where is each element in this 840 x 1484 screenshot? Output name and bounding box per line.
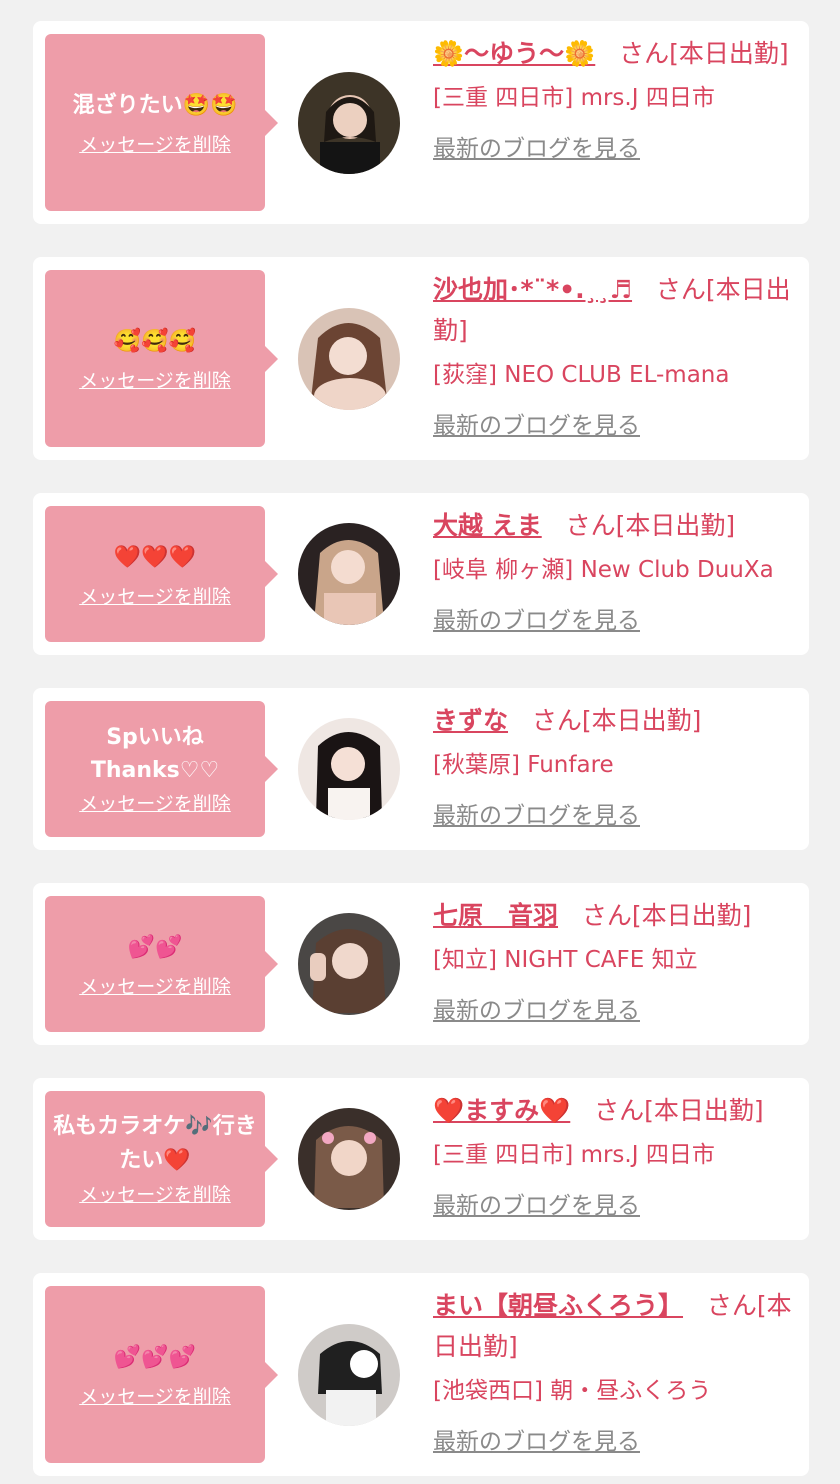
name-line: ❤️ますみ❤️ さん[本日出勤] [433,1090,799,1131]
shop-label: [知立] NIGHT CAFE 知立 [433,947,698,973]
profile-name-link[interactable]: 沙也加･*¨*•.¸¸♬ [433,275,632,304]
shop-label: [秋葉原] Funfare [433,752,614,778]
avatar[interactable] [298,718,400,820]
message-card: 私もカラオケ🎶行きたい❤️ メッセージを削除 ❤️ますみ❤️ さん[本日出勤] … [33,1078,809,1240]
message-card: 🥰🥰🥰 メッセージを削除 沙也加･*¨*•.¸¸♬ さん[本日出勤] [荻窪] … [33,257,809,460]
profile-name-link[interactable]: 🌼〜ゆう〜🌼 [433,39,595,68]
message-list: 混ざりたい🤩🤩 メッセージを削除 🌼〜ゆう〜🌼 さん[本日出勤] [三重 四日市… [0,0,840,1484]
name-suffix: さん[本日出勤] [581,901,752,930]
avatar[interactable] [298,1324,400,1426]
message-text: 混ざりたい🤩🤩 [72,93,238,118]
name-suffix: さん[本日出勤] [619,39,789,68]
name-line: まい【朝昼ふくろう】 さん[本日出勤] [433,1285,799,1367]
name-line: 大越 えま さん[本日出勤] [433,505,799,546]
message-text: 💕💕 [127,934,183,960]
name-line: 沙也加･*¨*•.¸¸♬ さん[本日出勤] [433,269,799,351]
name-line: 七原 音羽 さん[本日出勤] [433,895,799,936]
message-text: 私もカラオケ🎶行きたい❤️ [53,1114,257,1173]
latest-blog-link[interactable]: 最新のブログを見る [433,605,799,638]
shop-label: [荻窪] NEO CLUB EL-mana [433,362,730,388]
profile-info: 大越 えま さん[本日出勤] [岐阜 柳ヶ瀬] New Club DuuXa 最… [433,505,799,638]
profile-info: 沙也加･*¨*•.¸¸♬ さん[本日出勤] [荻窪] NEO CLUB EL-m… [433,269,799,443]
profile-name-link[interactable]: ❤️ますみ❤️ [433,1096,570,1125]
delete-message-link[interactable]: メッセージを削除 [79,791,231,817]
delete-message-link[interactable]: メッセージを削除 [79,974,231,1000]
message-bubble: 💕💕 メッセージを削除 [45,896,278,1032]
message-bubble: 🥰🥰🥰 メッセージを削除 [45,270,278,447]
profile-name-link[interactable]: きずな [433,706,508,735]
message-card: 💕💕💕 メッセージを削除 まい【朝昼ふくろう】 さん[本日出勤] [池袋西口] … [33,1273,809,1476]
shop-label: [岐阜 柳ヶ瀬] New Club DuuXa [433,557,774,583]
name-line: きずな さん[本日出勤] [433,700,799,741]
message-card: Spいいね Thanks♡♡ メッセージを削除 きずな さん[本日出勤] [秋葉… [33,688,809,850]
profile-info: ❤️ますみ❤️ さん[本日出勤] [三重 四日市] mrs.J 四日市 最新のブ… [433,1090,799,1223]
avatar[interactable] [298,913,400,1015]
name-suffix: さん[本日出勤] [531,706,702,735]
latest-blog-link[interactable]: 最新のブログを見る [433,1190,799,1223]
avatar[interactable] [298,308,400,410]
profile-info: きずな さん[本日出勤] [秋葉原] Funfare 最新のブログを見る [433,700,799,833]
shop-label: [三重 四日市] mrs.J 四日市 [433,1142,715,1168]
latest-blog-link[interactable]: 最新のブログを見る [433,410,799,443]
delete-message-link[interactable]: メッセージを削除 [79,584,231,610]
shop-label: [池袋西口] 朝・昼ふくろう [433,1378,712,1404]
latest-blog-link[interactable]: 最新のブログを見る [433,1426,799,1459]
avatar[interactable] [298,72,400,174]
message-card: 💕💕 メッセージを削除 七原 音羽 さん[本日出勤] [知立] NIGHT CA… [33,883,809,1045]
delete-message-link[interactable]: メッセージを削除 [79,368,231,394]
delete-message-link[interactable]: メッセージを削除 [79,1384,231,1410]
profile-info: 🌼〜ゆう〜🌼 さん[本日出勤] [三重 四日市] mrs.J 四日市 最新のブロ… [433,33,799,166]
message-bubble: 💕💕💕 メッセージを削除 [45,1286,278,1463]
avatar[interactable] [298,1108,400,1210]
message-text: Spいいね Thanks♡♡ [90,725,220,783]
message-bubble: 私もカラオケ🎶行きたい❤️ メッセージを削除 [45,1091,278,1227]
name-suffix: さん[本日出勤] [594,1096,764,1125]
message-card: ❤️❤️❤️ メッセージを削除 大越 えま さん[本日出勤] [岐阜 柳ヶ瀬] … [33,493,809,655]
delete-message-link[interactable]: メッセージを削除 [79,132,231,158]
message-bubble: ❤️❤️❤️ メッセージを削除 [45,506,278,642]
avatar[interactable] [298,523,400,625]
latest-blog-link[interactable]: 最新のブログを見る [433,995,799,1028]
profile-name-link[interactable]: 七原 音羽 [433,901,558,930]
latest-blog-link[interactable]: 最新のブログを見る [433,133,799,166]
message-text: 💕💕💕 [113,1345,197,1370]
profile-name-link[interactable]: 大越 えま [433,511,542,540]
name-line: 🌼〜ゆう〜🌼 さん[本日出勤] [433,33,799,74]
message-bubble: Spいいね Thanks♡♡ メッセージを削除 [45,701,278,837]
profile-info: 七原 音羽 さん[本日出勤] [知立] NIGHT CAFE 知立 最新のブログ… [433,895,799,1028]
profile-name-link[interactable]: まい【朝昼ふくろう】 [433,1291,683,1320]
message-bubble: 混ざりたい🤩🤩 メッセージを削除 [45,34,278,211]
profile-info: まい【朝昼ふくろう】 さん[本日出勤] [池袋西口] 朝・昼ふくろう 最新のブロ… [433,1285,799,1459]
message-card: 混ざりたい🤩🤩 メッセージを削除 🌼〜ゆう〜🌼 さん[本日出勤] [三重 四日市… [33,21,809,224]
name-suffix: さん[本日出勤] [565,511,736,540]
shop-label: [三重 四日市] mrs.J 四日市 [433,85,715,111]
delete-message-link[interactable]: メッセージを削除 [79,1182,231,1208]
message-text: ❤️❤️❤️ [113,544,197,570]
latest-blog-link[interactable]: 最新のブログを見る [433,800,799,833]
message-text: 🥰🥰🥰 [113,329,197,354]
